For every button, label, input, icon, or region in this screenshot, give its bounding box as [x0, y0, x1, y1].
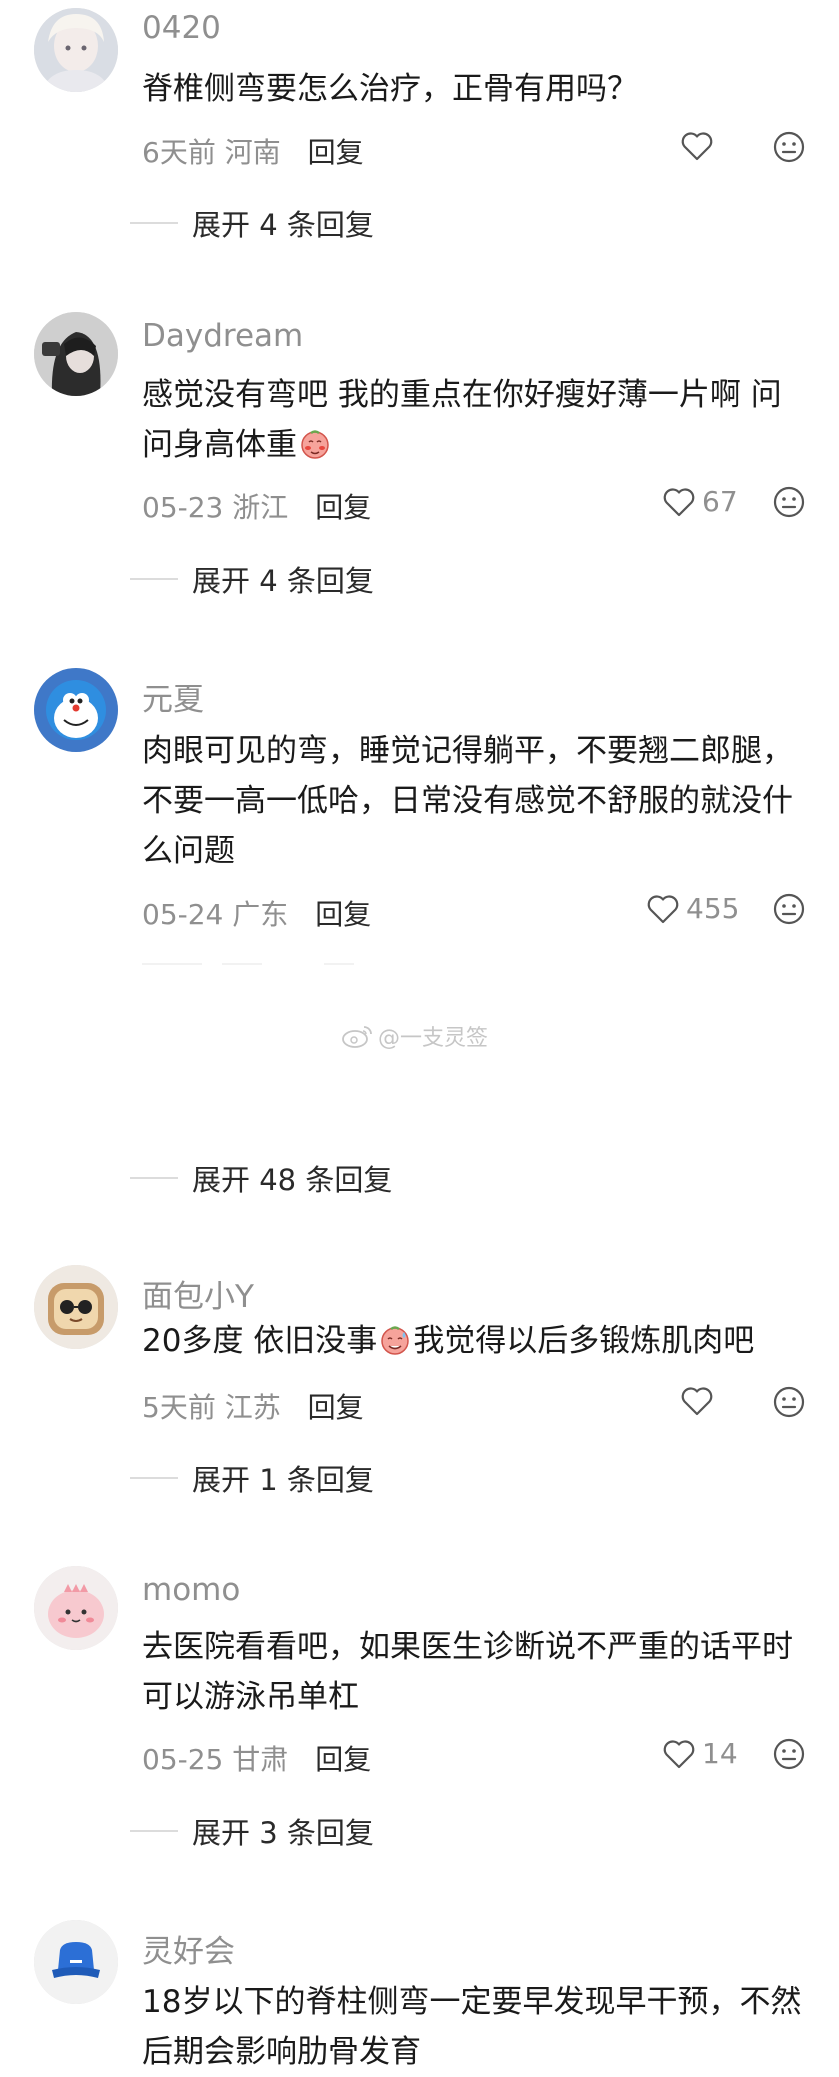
watermark: @一支灵签 — [340, 1020, 488, 1052]
comment-location: 甘肃 — [232, 1743, 289, 1776]
avatar[interactable] — [34, 1920, 118, 2004]
avatar[interactable] — [34, 312, 118, 396]
heart-icon — [663, 487, 695, 516]
heart-icon — [663, 1739, 695, 1768]
comment-location: 河南 — [224, 136, 281, 169]
comment-meta: 05-24 广东 回复 — [142, 893, 371, 933]
expand-replies-label: 展开 1 条回复 — [192, 1463, 374, 1497]
like-button[interactable]: 14 — [662, 1737, 738, 1770]
expand-replies-button[interactable]: 展开 4 条回复 — [130, 558, 374, 600]
comment-time: 6天前 — [142, 136, 216, 169]
comment-text-line: 后期会影响肋骨发育 — [142, 2034, 421, 2070]
comment-text-segment: 20多度 依旧没事 — [142, 1323, 378, 1359]
username[interactable]: Daydream — [142, 318, 303, 354]
expand-replies-label: 展开 3 条回复 — [192, 1816, 374, 1850]
dislike-face-icon[interactable] — [772, 1385, 806, 1419]
sweat-face-emoji — [381, 1326, 410, 1355]
like-button[interactable] — [680, 130, 720, 162]
comment-location: 广东 — [232, 898, 289, 931]
blush-face-emoji — [301, 430, 329, 459]
comment-meta: 5天前 江苏 回复 — [142, 1386, 364, 1426]
comment-time: 5天前 — [142, 1391, 216, 1424]
expand-replies-button[interactable]: 展开 3 条回复 — [130, 1810, 374, 1852]
reply-button[interactable]: 回复 — [315, 491, 371, 524]
comment-meta: 6天前 河南 回复 — [142, 131, 364, 171]
watermark-text: @一支灵签 — [378, 1026, 489, 1051]
divider — [130, 222, 178, 224]
comment-text-line: 问身高体重 — [142, 420, 822, 470]
like-button[interactable]: 455 — [646, 892, 739, 925]
expand-replies-label: 展开 4 条回复 — [192, 208, 374, 242]
divider — [130, 1830, 178, 1832]
comment-text: 去医院看看吧，如果医生诊断说不严重的话平时 可以游泳吊单杠 — [142, 1622, 822, 1722]
expand-replies-label: 展开 48 条回复 — [192, 1163, 393, 1197]
avatar[interactable] — [34, 1566, 118, 1650]
like-button[interactable] — [680, 1385, 720, 1417]
heart-icon — [647, 894, 679, 923]
comment-text-line: 20多度 依旧没事 我觉得以后多锻炼肌肉吧 — [142, 1316, 822, 1366]
username[interactable]: momo — [142, 1572, 240, 1608]
like-count: 14 — [702, 1737, 738, 1770]
heart-icon — [681, 1387, 713, 1416]
divider — [222, 963, 262, 965]
comment-text: 脊椎侧弯要怎么治疗，正骨有用吗？ — [142, 64, 822, 114]
comment-text-line: 感觉没有弯吧 我的重点在你好瘦好薄一片啊 问 — [142, 377, 782, 413]
divider — [142, 963, 202, 965]
comment-text-segment: 我觉得以后多锻炼肌肉吧 — [413, 1323, 755, 1359]
expand-replies-button[interactable]: 展开 1 条回复 — [130, 1457, 374, 1499]
comment-location: 浙江 — [232, 491, 289, 524]
reply-button[interactable]: 回复 — [315, 1743, 371, 1776]
comment-time: 05-25 — [142, 1743, 224, 1776]
heart-icon — [681, 132, 713, 161]
comment-text-line: 肉眼可见的弯，睡觉记得躺平，不要翘二郎腿， — [142, 733, 793, 769]
comment-time: 05-23 — [142, 491, 224, 524]
like-count: 67 — [702, 485, 738, 518]
reply-button[interactable]: 回复 — [308, 136, 364, 169]
comment-location: 江苏 — [224, 1391, 281, 1424]
comment-text-line: 不要一高一低哈，日常没有感觉不舒服的就没什 — [142, 783, 793, 819]
comment-text-segment: 问身高体重 — [142, 427, 297, 463]
comment-text-line: 么问题 — [142, 833, 235, 869]
dislike-face-icon[interactable] — [772, 892, 806, 926]
weibo-logo-icon — [342, 1026, 372, 1048]
reply-button[interactable]: 回复 — [308, 1391, 364, 1424]
comment-text-line: 18岁以下的脊柱侧弯一定要早发现早干预，不然 — [142, 1984, 802, 2020]
comment-text-line: 去医院看看吧，如果医生诊断说不严重的话平时 — [142, 1629, 793, 1665]
expand-replies-label: 展开 4 条回复 — [192, 564, 374, 598]
comment-time: 05-24 — [142, 898, 224, 931]
comment-text: 感觉没有弯吧 我的重点在你好瘦好薄一片啊 问 问身高体重 — [142, 370, 822, 470]
comment-meta: 05-23 浙江 回复 — [142, 486, 371, 526]
dislike-face-icon[interactable] — [772, 485, 806, 519]
username[interactable]: 元夏 — [142, 674, 204, 719]
avatar[interactable] — [34, 1265, 118, 1349]
avatar[interactable] — [34, 668, 118, 752]
divider — [130, 1477, 178, 1479]
comment-text: 肉眼可见的弯，睡觉记得躺平，不要翘二郎腿， 不要一高一低哈，日常没有感觉不舒服的… — [142, 726, 822, 876]
username[interactable]: 面包小Y — [142, 1271, 254, 1316]
like-button[interactable]: 67 — [662, 485, 738, 518]
divider — [130, 1177, 178, 1179]
comment-text-line: 可以游泳吊单杠 — [142, 1679, 359, 1715]
avatar[interactable] — [34, 8, 118, 92]
comment-text: 20多度 依旧没事 我觉得以后多锻炼肌肉吧 — [142, 1316, 822, 1366]
expand-replies-button[interactable]: 展开 48 条回复 — [130, 1157, 392, 1199]
reply-button[interactable]: 回复 — [315, 898, 371, 931]
comment-text: 18岁以下的脊柱侧弯一定要早发现早干预，不然 后期会影响肋骨发育 — [142, 1977, 822, 2077]
like-count: 455 — [686, 892, 740, 925]
comment-meta: 05-25 甘肃 回复 — [142, 1738, 371, 1778]
divider — [130, 578, 178, 580]
expand-replies-button[interactable]: 展开 4 条回复 — [130, 202, 374, 244]
divider — [324, 963, 354, 965]
comment-text-line: 脊椎侧弯要怎么治疗，正骨有用吗？ — [142, 71, 638, 107]
dislike-face-icon[interactable] — [772, 130, 806, 164]
dislike-face-icon[interactable] — [772, 1737, 806, 1771]
username[interactable]: 0420 — [142, 10, 221, 46]
username[interactable]: 灵好会 — [142, 1926, 235, 1971]
